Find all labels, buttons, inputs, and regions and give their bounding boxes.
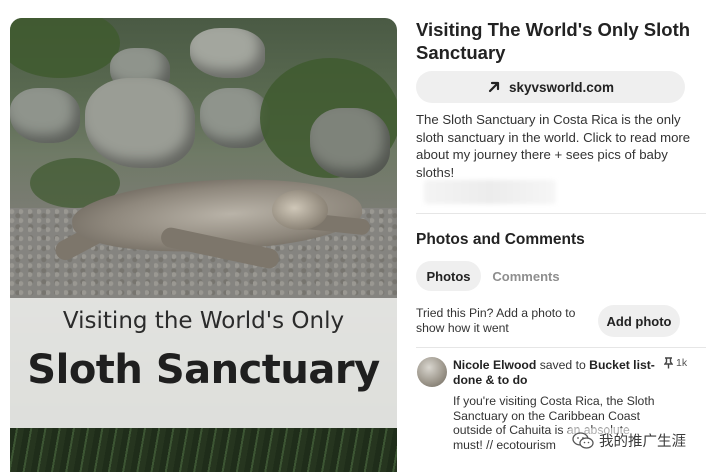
tried-pin-prompt: Tried this Pin? Add a photo to show how … (416, 306, 576, 335)
source-link-button[interactable]: skyvsworld.com (416, 71, 685, 103)
watermark: 我的推广生涯 (568, 428, 690, 453)
add-photo-button[interactable]: Add photo (598, 305, 680, 337)
avatar[interactable] (417, 357, 447, 387)
source-link-label: skyvsworld.com (508, 79, 615, 95)
tab-comments[interactable]: Comments (487, 261, 565, 291)
fern-foliage (10, 428, 397, 472)
moss-patch (10, 18, 120, 78)
repin-count: 1k (664, 357, 687, 369)
activity-action: saved to (539, 358, 586, 372)
wechat-icon (572, 431, 594, 449)
activity-user-link[interactable]: Nicole Elwood (453, 358, 536, 372)
pin-description: The Sloth Sanctuary in Costa Rica is the… (416, 112, 691, 180)
pushpin-icon (664, 357, 673, 369)
section-title: Photos and Comments (416, 231, 585, 248)
rock (190, 28, 265, 78)
pin-image[interactable]: Visiting the World's Only Sloth Sanctuar… (10, 18, 397, 472)
repin-count-value: 1k (676, 357, 688, 369)
watermark-text: 我的推广生涯 (599, 434, 686, 450)
image-overlay-line2: Sloth Sanctuary (27, 347, 380, 393)
divider (416, 213, 706, 214)
tab-photos[interactable]: Photos (416, 261, 481, 291)
rock (310, 108, 390, 178)
pin-title: Visiting The World's Only Sloth Sanctuar… (416, 19, 691, 63)
divider (416, 347, 706, 348)
blurred-content (424, 180, 556, 204)
sloth-head (272, 190, 328, 230)
rock (10, 88, 80, 143)
rock (85, 78, 195, 168)
image-overlay-line1: Visiting the World's Only (62, 308, 345, 334)
arrow-up-right-icon (488, 81, 500, 93)
